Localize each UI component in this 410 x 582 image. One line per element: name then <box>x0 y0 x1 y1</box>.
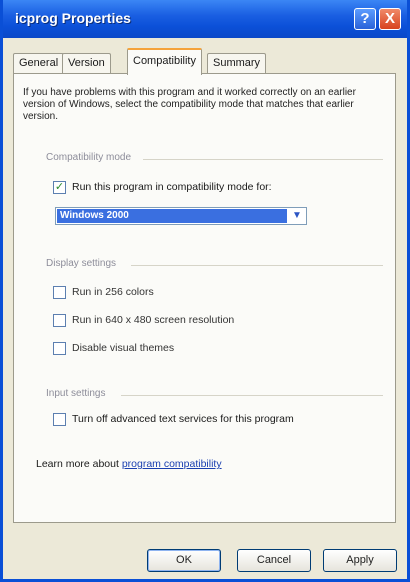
checkbox-advanced-text-services[interactable] <box>53 413 66 426</box>
group-divider <box>143 159 383 160</box>
ok-button[interactable]: OK <box>147 549 221 572</box>
tab-summary[interactable]: Summary <box>207 53 267 74</box>
checkbox-640x480-label: Run in 640 x 480 screen resolution <box>72 314 235 326</box>
cancel-button[interactable]: Cancel <box>237 549 311 572</box>
input-group-label: Input settings <box>46 388 106 399</box>
checkbox-advanced-text-services-label: Turn off advanced text services for this… <box>72 413 294 425</box>
checkbox-256-colors[interactable] <box>53 286 66 299</box>
os-version-selected-value: Windows 2000 <box>57 209 287 223</box>
tab-strip: General Version Compatibility Summary <box>13 48 393 75</box>
compat-mode-checkbox[interactable]: ✓ <box>53 181 66 194</box>
program-compatibility-link[interactable]: program compatibility <box>122 458 222 470</box>
title-bar[interactable]: icprog Properties ? X <box>3 0 407 38</box>
learn-more-prefix: Learn more about <box>36 458 119 470</box>
apply-button[interactable]: Apply <box>323 549 397 572</box>
checkbox-256-colors-label: Run in 256 colors <box>72 286 154 298</box>
intro-text: If you have problems with this program a… <box>23 87 356 122</box>
group-divider <box>121 395 383 396</box>
checkbox-disable-themes[interactable] <box>53 342 66 355</box>
compat-mode-group-label: Compatibility mode <box>46 152 132 163</box>
properties-dialog: icprog Properties ? X General Version Co… <box>0 0 410 582</box>
checkbox-640x480[interactable] <box>53 314 66 327</box>
tab-version[interactable]: Version <box>62 53 111 74</box>
tab-compatibility[interactable]: Compatibility <box>127 48 202 75</box>
compatibility-panel <box>13 73 396 523</box>
learn-more-line: Learn more about program compatibility <box>36 458 222 470</box>
close-button[interactable]: X <box>379 8 401 30</box>
tab-general[interactable]: General <box>13 53 65 74</box>
compat-mode-checkbox-label: Run this program in compatibility mode f… <box>72 181 272 193</box>
chevron-down-icon[interactable]: ▼ <box>288 208 306 224</box>
help-button[interactable]: ? <box>354 8 376 30</box>
os-version-select[interactable]: Windows 2000 ▼ <box>55 207 307 225</box>
dialog-title: icprog Properties <box>15 10 131 26</box>
group-divider <box>131 265 383 266</box>
checkbox-disable-themes-label: Disable visual themes <box>72 342 175 354</box>
display-group-label: Display settings <box>46 258 117 269</box>
